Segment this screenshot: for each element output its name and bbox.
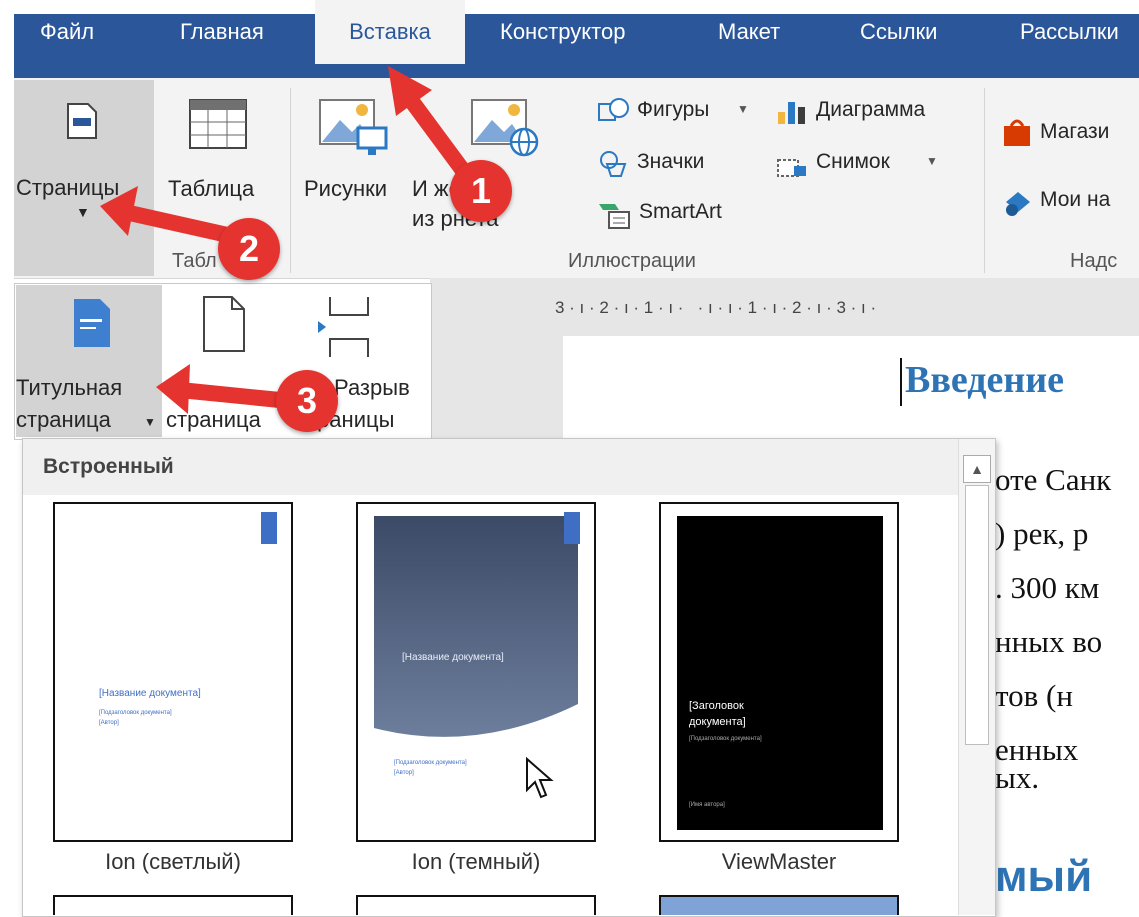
- annotation-arrowhead-2: [100, 186, 138, 236]
- annotation-badge-3: 3: [276, 370, 338, 432]
- annotation-badge-1: 1: [450, 160, 512, 222]
- annotation-arrows: [100, 66, 478, 414]
- annotation-arrowhead-3: [156, 364, 190, 414]
- annotation-badge-2: 2: [218, 218, 280, 280]
- annotation-arrow-3: [172, 382, 288, 408]
